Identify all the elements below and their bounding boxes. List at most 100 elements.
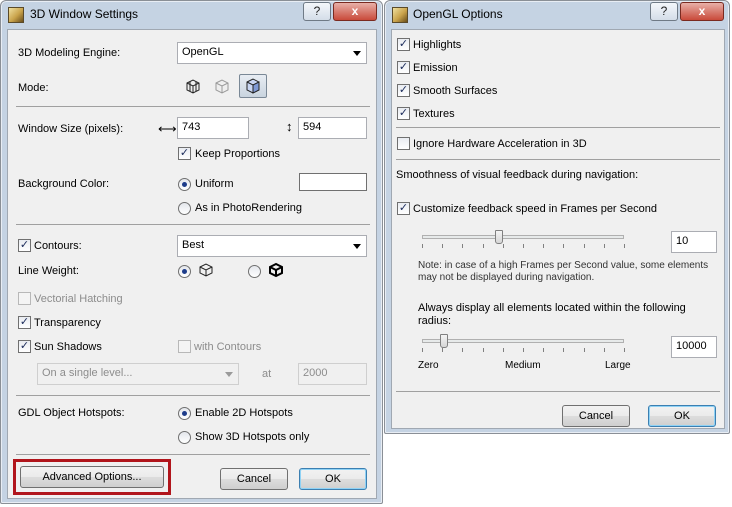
settings-help-button[interactable]: ?	[303, 2, 331, 21]
window-size-label: Window Size (pixels):	[18, 123, 124, 135]
separator	[396, 127, 720, 128]
ignore-hardware-checkbox[interactable]	[397, 137, 410, 150]
slider-tick	[563, 348, 565, 352]
slider-tick	[543, 244, 545, 248]
vectorial-hatching-checkbox[interactable]	[18, 292, 31, 305]
separator	[16, 106, 370, 107]
customize-fps-label: Customize feedback speed in Frames per S…	[413, 203, 657, 215]
emission-label: Emission	[413, 62, 458, 74]
advanced-options-button[interactable]: Advanced Options...	[20, 466, 164, 488]
fps-input[interactable]: 10	[671, 231, 717, 253]
shading-mode-icon[interactable]	[239, 74, 267, 98]
radius-input[interactable]: 10000	[671, 336, 717, 358]
textures-checkbox[interactable]: ✓	[397, 107, 410, 120]
slider-tick	[543, 348, 545, 352]
archicad-app-icon	[8, 7, 24, 23]
contours-select[interactable]: Best	[177, 235, 367, 257]
slider-tick	[502, 348, 504, 352]
slider-tick	[624, 244, 625, 248]
opengl-titlebar[interactable]: OpenGL Options ? x	[385, 1, 729, 29]
shadow-level-value: On a single level...	[42, 367, 133, 379]
engine-select[interactable]: OpenGL	[177, 42, 367, 64]
separator	[16, 454, 370, 455]
settings-window: 3D Window Settings ? x 3D Modeling Engin…	[0, 0, 383, 504]
highlights-label: Highlights	[413, 39, 462, 51]
slider-tick	[563, 244, 565, 248]
line-weight-thick-radio[interactable]	[248, 265, 261, 278]
vertical-arrows-icon: ↕	[286, 119, 293, 134]
highlights-checkbox[interactable]: ✓	[397, 38, 410, 51]
chevron-down-icon	[225, 372, 233, 377]
scale-large-label: Large	[605, 360, 631, 371]
separator	[16, 224, 370, 225]
scale-medium-label: Medium	[505, 360, 541, 371]
slider-tick	[462, 348, 464, 352]
hidden-line-mode-icon[interactable]	[211, 75, 233, 97]
opengl-ok-button[interactable]: OK	[648, 405, 716, 427]
settings-close-button[interactable]: x	[333, 2, 377, 21]
background-color-swatch[interactable]	[299, 173, 367, 191]
settings-ok-button[interactable]: OK	[299, 468, 367, 490]
slider-tick	[523, 244, 524, 248]
contours-select-value: Best	[182, 239, 205, 251]
background-color-label: Background Color:	[18, 178, 110, 190]
slider-tick	[523, 348, 524, 352]
contours-checkbox[interactable]: ✓	[18, 239, 31, 252]
with-contours-checkbox[interactable]	[178, 340, 191, 353]
archicad-app-icon	[392, 7, 408, 23]
engine-select-value: OpenGL	[182, 46, 224, 58]
fps-slider-track[interactable]	[422, 235, 624, 239]
settings-title: 3D Window Settings	[30, 7, 139, 21]
opengl-help-button[interactable]: ?	[650, 2, 678, 21]
photorendering-radio[interactable]	[178, 202, 191, 215]
slider-tick	[422, 244, 423, 248]
window-height-input[interactable]: 594	[298, 117, 367, 139]
keep-proportions-checkbox[interactable]: ✓	[178, 147, 191, 160]
uniform-radio[interactable]	[178, 178, 191, 191]
with-contours-label: with Contours	[194, 341, 262, 353]
slider-tick	[603, 348, 605, 352]
show-3d-hotspots-radio[interactable]	[178, 431, 191, 444]
fps-slider-thumb[interactable]	[494, 230, 503, 244]
settings-cancel-button[interactable]: Cancel	[220, 468, 288, 490]
slider-tick	[462, 244, 464, 248]
window-width-input[interactable]: 743	[177, 117, 249, 139]
line-weight-thin-radio[interactable]	[178, 265, 191, 278]
wireframe-mode-icon[interactable]	[182, 75, 204, 97]
opengl-client-area: ✓ Highlights ✓ Emission ✓ Smooth Surface…	[391, 29, 725, 429]
ignore-hardware-label: Ignore Hardware Acceleration in 3D	[413, 138, 587, 150]
shadow-level-input[interactable]: 2000	[298, 363, 367, 385]
opengl-title: OpenGL Options	[413, 7, 503, 21]
thin-lines-icon	[197, 262, 215, 281]
gdl-hotspots-label: GDL Object Hotspots:	[18, 407, 125, 419]
scale-zero-label: Zero	[418, 360, 439, 371]
radius-slider-thumb[interactable]	[440, 334, 449, 348]
slider-tick	[482, 244, 484, 248]
smooth-surfaces-checkbox[interactable]: ✓	[397, 84, 410, 97]
separator	[396, 391, 720, 392]
opengl-cancel-button[interactable]: Cancel	[562, 405, 630, 427]
radius-label: Always display all elements located with…	[418, 302, 686, 327]
slider-tick	[482, 348, 484, 352]
emission-checkbox[interactable]: ✓	[397, 61, 410, 74]
keep-proportions-label: Keep Proportions	[195, 148, 280, 160]
show-3d-hotspots-label: Show 3D Hotspots only	[195, 431, 310, 443]
customize-fps-checkbox[interactable]: ✓	[397, 202, 410, 215]
slider-tick	[624, 348, 625, 352]
slider-tick	[442, 244, 444, 248]
radius-slider-track[interactable]	[422, 339, 624, 343]
thick-lines-icon	[267, 262, 285, 281]
settings-titlebar[interactable]: 3D Window Settings ? x	[1, 1, 382, 29]
separator	[16, 395, 370, 396]
slider-tick	[442, 348, 444, 352]
sun-shadows-label: Sun Shadows	[34, 341, 102, 353]
transparency-checkbox[interactable]: ✓	[18, 316, 31, 329]
shadow-level-select[interactable]: On a single level...	[37, 363, 239, 385]
mode-label: Mode:	[18, 82, 49, 94]
enable-2d-hotspots-radio[interactable]	[178, 407, 191, 420]
uniform-label: Uniform	[195, 178, 234, 190]
sun-shadows-checkbox[interactable]: ✓	[18, 340, 31, 353]
photorendering-label: As in PhotoRendering	[195, 202, 303, 214]
settings-client-area: 3D Modeling Engine: OpenGL Mode: Window …	[7, 29, 377, 499]
opengl-close-button[interactable]: x	[680, 2, 724, 21]
